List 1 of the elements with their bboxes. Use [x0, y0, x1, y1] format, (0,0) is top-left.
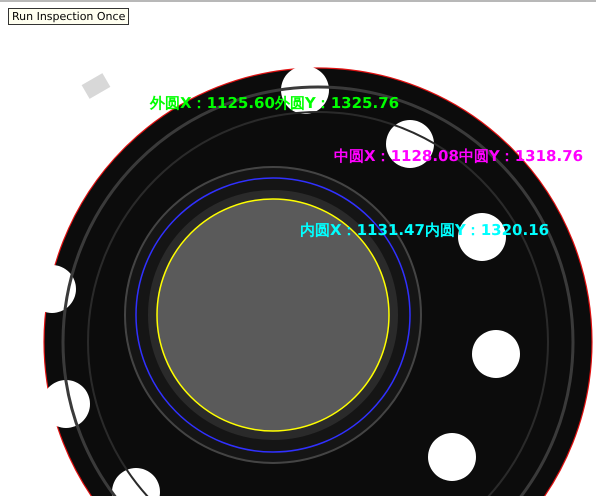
run-inspection-button[interactable]: Run Inspection Once	[8, 8, 130, 25]
